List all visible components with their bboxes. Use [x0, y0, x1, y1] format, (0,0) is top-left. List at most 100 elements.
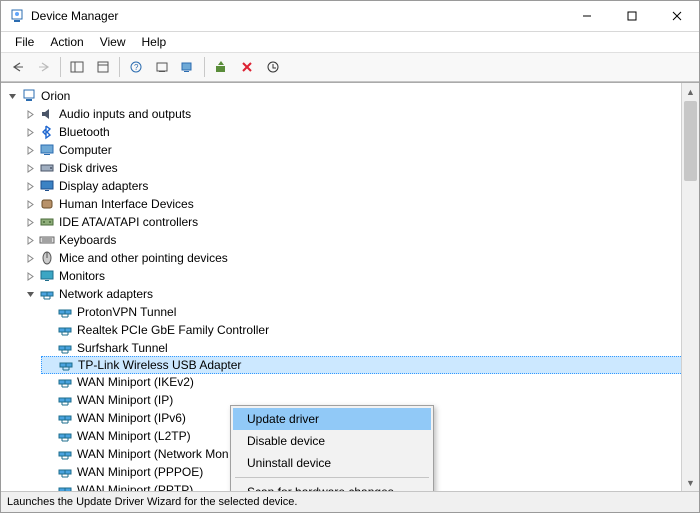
ctx-uninstall-device[interactable]: Uninstall device [233, 452, 431, 474]
tree-category[interactable]: Mice and other pointing devices [23, 249, 699, 267]
computer-icon [39, 142, 55, 158]
tree-device[interactable]: Surfshark Tunnel [41, 339, 699, 357]
expand-spacer [41, 429, 55, 443]
tree-label: WAN Miniport (IKEv2) [77, 375, 194, 389]
tree-category[interactable]: Disk drives [23, 159, 699, 177]
menu-bar: File Action View Help [1, 32, 699, 52]
tree-label: IDE ATA/ATAPI controllers [59, 215, 198, 229]
expand-icon[interactable] [23, 251, 37, 265]
vertical-scrollbar[interactable]: ▲ ▼ [681, 83, 699, 491]
content-area: Orion Audio inputs and outputs Bluetooth Co… [1, 82, 699, 491]
tree-category[interactable]: Display adapters [23, 177, 699, 195]
view-devices-button[interactable] [176, 55, 200, 79]
tree-category[interactable]: IDE ATA/ATAPI controllers [23, 213, 699, 231]
keyboard-icon [39, 232, 55, 248]
expand-spacer [41, 305, 55, 319]
tree-label: Disk drives [59, 161, 118, 175]
status-text: Launches the Update Driver Wizard for th… [7, 496, 297, 508]
expand-icon[interactable] [23, 269, 37, 283]
expand-icon[interactable] [23, 107, 37, 121]
tree-category[interactable]: Audio inputs and outputs [23, 105, 699, 123]
ctx-scan-hardware[interactable]: Scan for hardware changes [233, 481, 431, 491]
expand-icon[interactable] [23, 197, 37, 211]
tree-device[interactable]: Realtek PCIe GbE Family Controller [41, 321, 699, 339]
window-title: Device Manager [31, 9, 564, 23]
nav-back-button[interactable] [6, 55, 30, 79]
menu-view[interactable]: View [92, 33, 134, 51]
title-bar: Device Manager [1, 1, 699, 32]
properties-button[interactable] [91, 55, 115, 79]
expand-spacer [41, 447, 55, 461]
tree-label: Computer [59, 143, 112, 157]
computer-root-icon [21, 88, 37, 104]
tree-label: Network adapters [59, 287, 153, 301]
display-icon [39, 178, 55, 194]
expand-spacer [41, 341, 55, 355]
tree-category[interactable]: Keyboards [23, 231, 699, 249]
menu-help[interactable]: Help [134, 33, 175, 51]
tree-category[interactable]: Network adapters [23, 285, 699, 303]
tree-label: WAN Miniport (L2TP) [77, 429, 191, 443]
tree-label: Audio inputs and outputs [59, 107, 191, 121]
network-icon [39, 286, 55, 302]
expand-icon[interactable] [23, 233, 37, 247]
toolbar-separator [119, 57, 120, 77]
window-controls [564, 1, 699, 31]
scroll-down-icon[interactable]: ▼ [682, 474, 699, 491]
menu-action[interactable]: Action [42, 33, 91, 51]
close-button[interactable] [654, 1, 699, 31]
toolbar-separator [204, 57, 205, 77]
network-adapter-icon [57, 428, 73, 444]
tree-label: WAN Miniport (PPPOE) [77, 465, 203, 479]
ctx-update-driver[interactable]: Update driver [233, 408, 431, 430]
update-driver-button[interactable] [209, 55, 233, 79]
tree-label: WAN Miniport (IPv6) [77, 411, 186, 425]
expand-spacer [41, 393, 55, 407]
menu-file[interactable]: File [7, 33, 42, 51]
maximize-button[interactable] [609, 1, 654, 31]
network-adapter-icon [58, 357, 74, 373]
tree-label: Keyboards [59, 233, 116, 247]
help-button[interactable]: ? [124, 55, 148, 79]
expand-icon[interactable] [23, 287, 37, 301]
tree-category[interactable]: Monitors [23, 267, 699, 285]
disk-icon [39, 160, 55, 176]
uninstall-button[interactable] [235, 55, 259, 79]
scrollbar-thumb[interactable] [684, 101, 697, 181]
tree-label: WAN Miniport (PPTP) [77, 483, 193, 491]
scroll-up-icon[interactable]: ▲ [682, 83, 699, 100]
tree-device[interactable]: ProtonVPN Tunnel [41, 303, 699, 321]
tree-category[interactable]: Human Interface Devices [23, 195, 699, 213]
show-hide-tree-button[interactable] [65, 55, 89, 79]
tree-label: Realtek PCIe GbE Family Controller [77, 323, 269, 337]
network-adapter-icon [57, 304, 73, 320]
expand-icon[interactable] [23, 125, 37, 139]
device-manager-window: Device Manager File Action View Help ? O… [0, 0, 700, 513]
expand-spacer [41, 411, 55, 425]
network-adapter-icon [57, 392, 73, 408]
tree-label: TP-Link Wireless USB Adapter [78, 358, 241, 372]
tree-label: Bluetooth [59, 125, 110, 139]
status-bar: Launches the Update Driver Wizard for th… [1, 491, 699, 512]
tree-device[interactable]: TP-Link Wireless USB Adapter [41, 356, 699, 374]
ctx-disable-device[interactable]: Disable device [233, 430, 431, 452]
expand-icon[interactable] [23, 161, 37, 175]
tree-category[interactable]: Computer [23, 141, 699, 159]
scan-button[interactable] [150, 55, 174, 79]
expand-icon[interactable] [23, 179, 37, 193]
expand-icon[interactable] [23, 143, 37, 157]
tree-root[interactable]: Orion [5, 87, 699, 105]
tree-label: Human Interface Devices [59, 197, 194, 211]
disable-button[interactable] [261, 55, 285, 79]
expand-icon[interactable] [5, 89, 19, 103]
mouse-icon [39, 250, 55, 266]
tree-device[interactable]: WAN Miniport (IKEv2) [41, 373, 699, 391]
nav-forward-button[interactable] [32, 55, 56, 79]
toolbar-separator [60, 57, 61, 77]
minimize-button[interactable] [564, 1, 609, 31]
tree-label: Surfshark Tunnel [77, 341, 168, 355]
expand-spacer [41, 375, 55, 389]
tree-category[interactable]: Bluetooth [23, 123, 699, 141]
expand-icon[interactable] [23, 215, 37, 229]
context-menu: Update driver Disable device Uninstall d… [230, 405, 434, 491]
